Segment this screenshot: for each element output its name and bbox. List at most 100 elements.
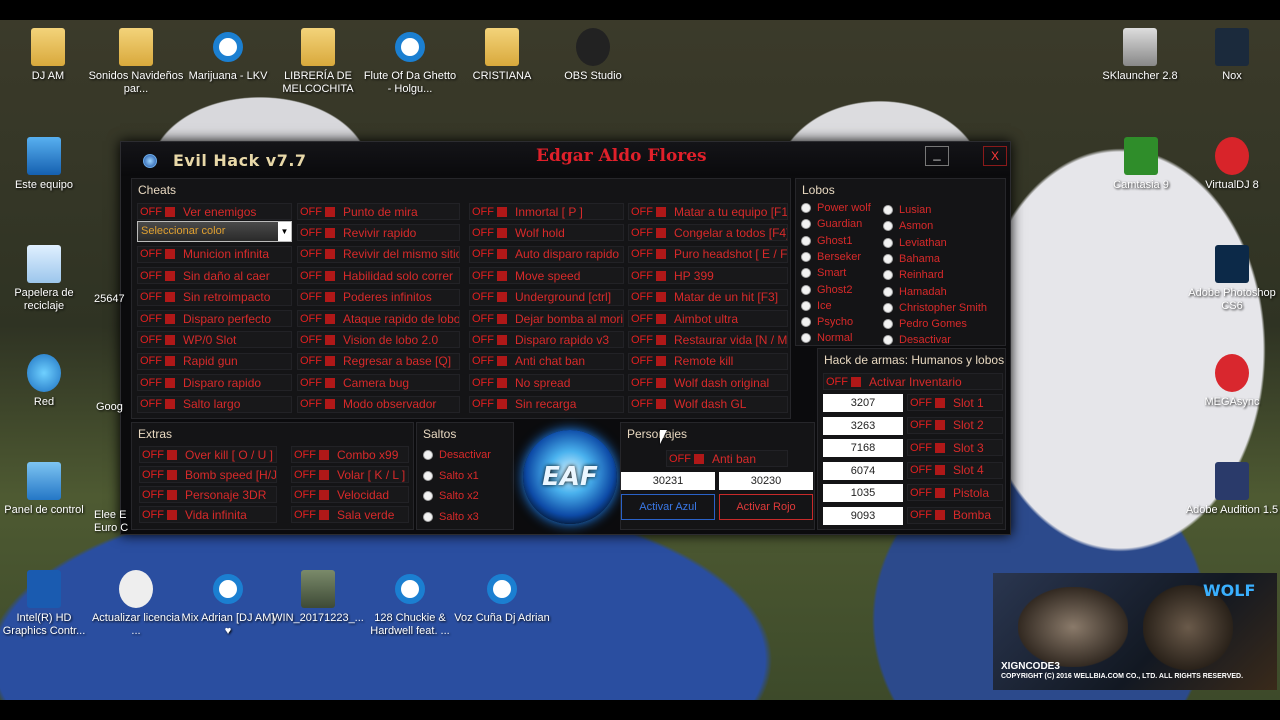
toggle-box[interactable]: [935, 510, 945, 520]
cheat-toggle[interactable]: OFF Modo observador: [297, 395, 460, 413]
toggle-box[interactable]: [165, 249, 175, 260]
radio-dot[interactable]: [883, 237, 893, 248]
desktop-icon[interactable]: Papelera de reciclaje: [0, 245, 92, 313]
radio-dot[interactable]: [801, 251, 811, 262]
chevron-down-icon[interactable]: ▼: [278, 222, 291, 241]
toggle-box[interactable]: [167, 489, 177, 500]
toggle-box[interactable]: [935, 465, 945, 475]
color-select[interactable]: Seleccionar color ▼: [137, 221, 292, 242]
cheat-toggle[interactable]: OFF Wolf dash GL: [628, 395, 788, 413]
wolf-option[interactable]: Christopher Smith: [883, 302, 987, 314]
desktop-icon[interactable]: Sonidos Navideños par...: [88, 28, 184, 96]
radio-dot[interactable]: [883, 335, 893, 346]
wolf-option[interactable]: Lusian: [883, 204, 931, 216]
desktop-icon[interactable]: Mix Adrian [DJ AM] ♥: [180, 570, 276, 638]
toggle-box[interactable]: [165, 206, 175, 217]
toggle-box[interactable]: [656, 313, 666, 324]
jump-option[interactable]: Salto x3: [423, 511, 479, 523]
toggle-box[interactable]: [319, 509, 329, 520]
cheat-toggle[interactable]: OFF Punto de mira: [297, 203, 460, 220]
toggle-box[interactable]: [694, 453, 704, 464]
toggle-box[interactable]: [497, 334, 507, 345]
radio-dot[interactable]: [801, 317, 811, 328]
extra-toggle[interactable]: OFF Personaje 3DR: [139, 486, 277, 503]
desktop-icon[interactable]: OBS Studio: [545, 28, 641, 83]
jump-option[interactable]: Salto x2: [423, 490, 479, 502]
toggle-box[interactable]: [935, 442, 945, 453]
radio-dot[interactable]: [883, 270, 893, 281]
wolf-option[interactable]: Hamadah: [883, 286, 947, 298]
toggle-box[interactable]: [497, 270, 507, 281]
radio-dot[interactable]: [801, 333, 811, 344]
extra-toggle[interactable]: OFF Over kill [ O / U ]: [139, 446, 277, 463]
toggle-box[interactable]: [656, 292, 666, 303]
desktop-icon[interactable]: CRISTIANA: [454, 28, 550, 83]
toggle-box[interactable]: [167, 509, 177, 520]
cheat-toggle[interactable]: OFF Wolf dash original: [628, 374, 788, 392]
wolf-option[interactable]: Smart: [801, 267, 846, 279]
slot-toggle[interactable]: OFF Slot 2: [907, 416, 1003, 434]
desktop-icon[interactable]: Adobe Audition 1.5: [1184, 462, 1280, 517]
cheat-toggle[interactable]: OFF Disparo rapido: [137, 374, 292, 392]
toggle-box[interactable]: [497, 206, 507, 217]
extra-toggle[interactable]: OFF Vida infinita: [139, 506, 277, 523]
desktop-icon[interactable]: Intel(R) HD Graphics Contr...: [0, 570, 92, 638]
minimize-button[interactable]: _: [925, 146, 949, 166]
cheat-toggle[interactable]: OFF Congelar a todos [F4]: [628, 224, 788, 242]
desktop-icon[interactable]: Actualizar licencia ...: [88, 570, 184, 638]
cheat-toggle[interactable]: OFF Underground [ctrl]: [469, 288, 624, 306]
toggle-box[interactable]: [497, 313, 507, 324]
cheat-toggle[interactable]: OFF Municion infinita: [137, 245, 292, 263]
toggle-box[interactable]: [319, 469, 329, 480]
activate-inventory-toggle[interactable]: OFF Activar Inventario: [823, 373, 1003, 390]
toggle-box[interactable]: [325, 313, 335, 324]
cheat-toggle[interactable]: OFF Matar de un hit [F3]: [628, 288, 788, 306]
toggle-box[interactable]: [165, 356, 175, 367]
desktop-icon[interactable]: Flute Of Da Ghetto - Holgu...: [362, 28, 458, 96]
cheat-toggle[interactable]: OFF Regresar a base [Q]: [297, 352, 460, 370]
toggle-box[interactable]: [325, 292, 335, 303]
slot-value-input[interactable]: 9093: [823, 506, 903, 525]
desktop-icon[interactable]: Voz Cuña Dj Adrian: [454, 570, 550, 625]
slot-toggle[interactable]: OFF Bomba: [907, 506, 1003, 524]
cheat-toggle[interactable]: OFF Wolf hold: [469, 224, 624, 242]
toggle-box[interactable]: [497, 399, 507, 410]
slot-toggle[interactable]: OFF Slot 1: [907, 394, 1003, 411]
desktop-icon[interactable]: Nox: [1184, 28, 1280, 83]
cheat-toggle[interactable]: OFF Remote kill: [628, 352, 788, 370]
activate-red-button[interactable]: Activar Rojo: [719, 494, 813, 520]
toggle-box[interactable]: [319, 489, 329, 500]
toggle-box[interactable]: [165, 313, 175, 324]
desktop-icon[interactable]: LIBRERÍA DE MELCOCHITA: [270, 28, 366, 96]
cheat-toggle[interactable]: OFF Disparo rapido v3: [469, 331, 624, 349]
radio-dot[interactable]: [801, 268, 811, 279]
toggle-box[interactable]: [497, 356, 507, 367]
toggle-box[interactable]: [656, 227, 666, 238]
slot-toggle[interactable]: OFF Pistola: [907, 484, 1003, 501]
toggle-box[interactable]: [656, 334, 666, 345]
desktop-icon[interactable]: 128 Chuckie & Hardwell feat. ...: [362, 570, 458, 638]
cheat-toggle[interactable]: OFF Revivir rapido: [297, 224, 460, 242]
extra-toggle[interactable]: OFF Bomb speed [H/J]: [139, 466, 277, 483]
toggle-box[interactable]: [656, 399, 666, 410]
wolf-option[interactable]: Ghost2: [801, 284, 852, 296]
radio-dot[interactable]: [883, 205, 893, 215]
slot-toggle[interactable]: OFF Slot 4: [907, 461, 1003, 479]
blue-team-value[interactable]: 30231: [621, 472, 715, 490]
slot-value-input[interactable]: 6074: [823, 461, 903, 480]
toggle-box[interactable]: [325, 377, 335, 388]
toggle-box[interactable]: [497, 227, 507, 238]
toggle-box[interactable]: [656, 270, 666, 281]
toggle-box[interactable]: [165, 377, 175, 388]
wolf-option[interactable]: Ice: [801, 300, 832, 312]
desktop-icon[interactable]: Este equipo: [0, 137, 92, 192]
title-bar[interactable]: Evil Hack v7.7 Edgar Aldo Flores _ X: [121, 142, 1010, 176]
toggle-box[interactable]: [165, 399, 175, 410]
toggle-box[interactable]: [165, 334, 175, 345]
wolf-option[interactable]: Pedro Gomes: [883, 318, 967, 330]
desktop-icon[interactable]: SKlauncher 2.8: [1092, 28, 1188, 83]
radio-dot[interactable]: [801, 284, 811, 295]
cheat-toggle[interactable]: OFF Inmortal [ P ]: [469, 203, 624, 220]
radio-dot[interactable]: [801, 235, 811, 246]
wolf-option[interactable]: Desactivar: [883, 334, 951, 346]
